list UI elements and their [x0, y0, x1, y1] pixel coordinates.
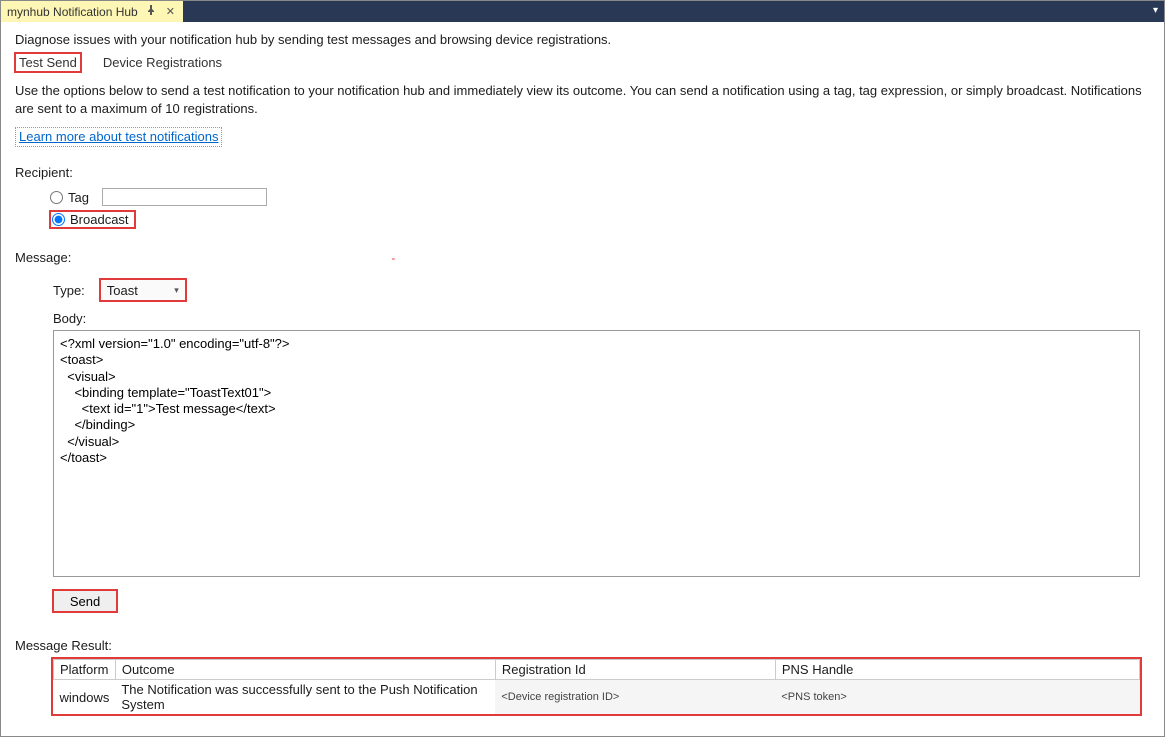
window-titlebar: mynhub Notification Hub ✕ ▾ [1, 1, 1164, 22]
result-table-wrap: Platform Outcome Registration Id PNS Han… [53, 659, 1140, 714]
recipient-tag-label: Tag [68, 190, 89, 205]
type-select-value: Toast [107, 283, 138, 298]
chevron-down-icon: ▾ [174, 285, 179, 296]
table-row: windows The Notification was successfull… [54, 680, 1140, 715]
learn-more-wrap: Learn more about test notifications [15, 127, 222, 147]
cell-outcome: The Notification was successfully sent t… [115, 680, 495, 715]
recipient-tag-input[interactable] [102, 188, 267, 206]
document-tab[interactable]: mynhub Notification Hub ✕ [1, 1, 183, 22]
learn-more-link[interactable]: Learn more about test notifications [19, 129, 218, 144]
intro-text: Diagnose issues with your notification h… [15, 32, 1150, 47]
body-textarea[interactable] [53, 330, 1140, 577]
titlebar-dropdown-icon[interactable]: ▾ [1153, 5, 1158, 16]
type-select[interactable]: Toast ▾ [100, 279, 186, 301]
help-paragraph: Use the options below to send a test not… [15, 82, 1150, 117]
result-table: Platform Outcome Registration Id PNS Han… [53, 659, 1140, 714]
type-label: Type: [53, 283, 85, 298]
col-outcome: Outcome [115, 660, 495, 680]
recipient-broadcast-label: Broadcast [70, 212, 129, 227]
pin-icon[interactable] [144, 5, 158, 18]
close-icon[interactable]: ✕ [164, 5, 177, 18]
red-marker-icon: - [391, 251, 395, 265]
send-button[interactable]: Send [53, 590, 117, 612]
cell-registration-id: <Device registration ID> [495, 680, 775, 715]
cell-platform: windows [54, 680, 116, 715]
col-pns-handle: PNS Handle [775, 660, 1139, 680]
body-label: Body: [15, 311, 1150, 326]
tab-device-registrations[interactable]: Device Registrations [99, 53, 226, 72]
cell-pns-handle: <PNS token> [775, 680, 1139, 715]
col-platform: Platform [54, 660, 116, 680]
tab-test-send[interactable]: Test Send [15, 53, 81, 72]
recipient-broadcast-row: Broadcast [50, 208, 1150, 230]
recipient-label: Recipient: [15, 165, 1150, 180]
message-label: Message: [15, 250, 71, 265]
recipient-tag-radio[interactable] [50, 191, 63, 204]
document-tab-label: mynhub Notification Hub [7, 5, 138, 19]
col-registration-id: Registration Id [495, 660, 775, 680]
result-label: Message Result: [15, 638, 1150, 653]
recipient-tag-row: Tag [50, 186, 1150, 208]
recipient-broadcast-radio[interactable] [52, 213, 65, 226]
tabs-row: Test Send Device Registrations [15, 53, 1150, 72]
recipient-broadcast-wrap: Broadcast [50, 211, 135, 228]
